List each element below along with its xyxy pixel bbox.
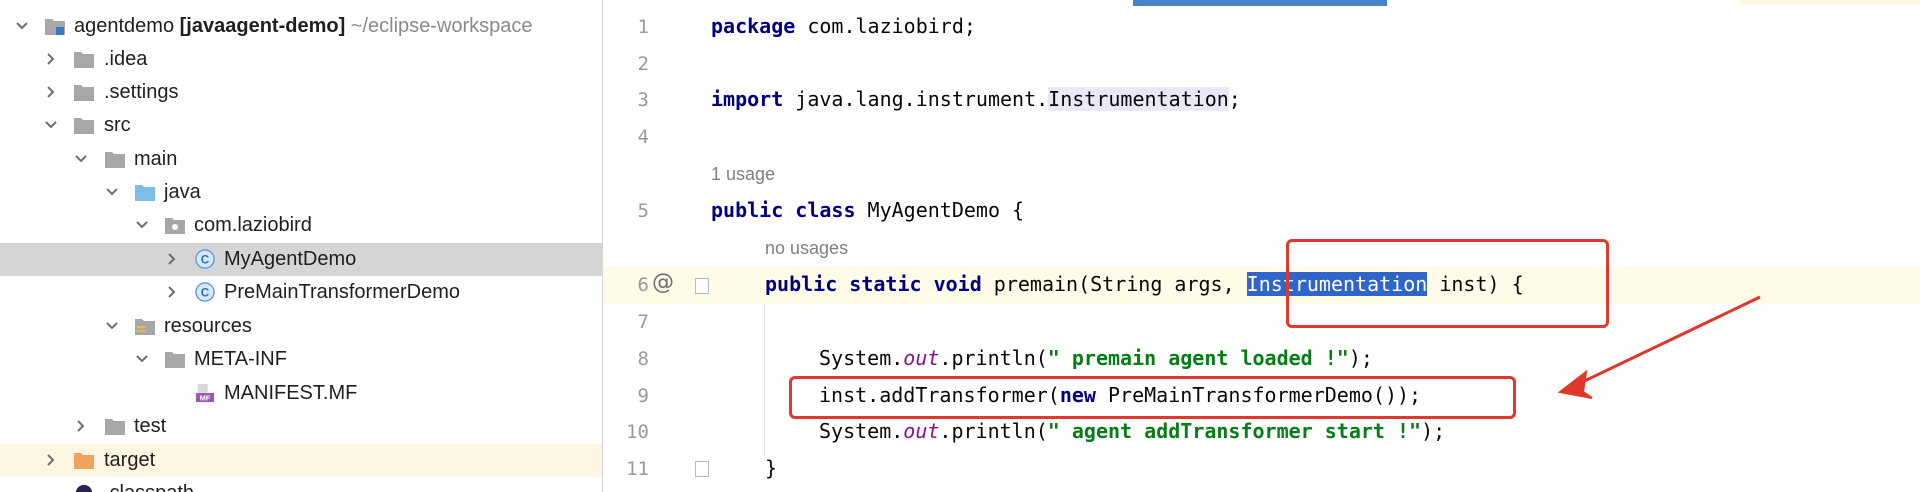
ide-window: agentdemo [javaagent-demo] ~/eclipse-wor… xyxy=(0,0,1920,492)
annotation-arrow xyxy=(1557,295,1761,399)
